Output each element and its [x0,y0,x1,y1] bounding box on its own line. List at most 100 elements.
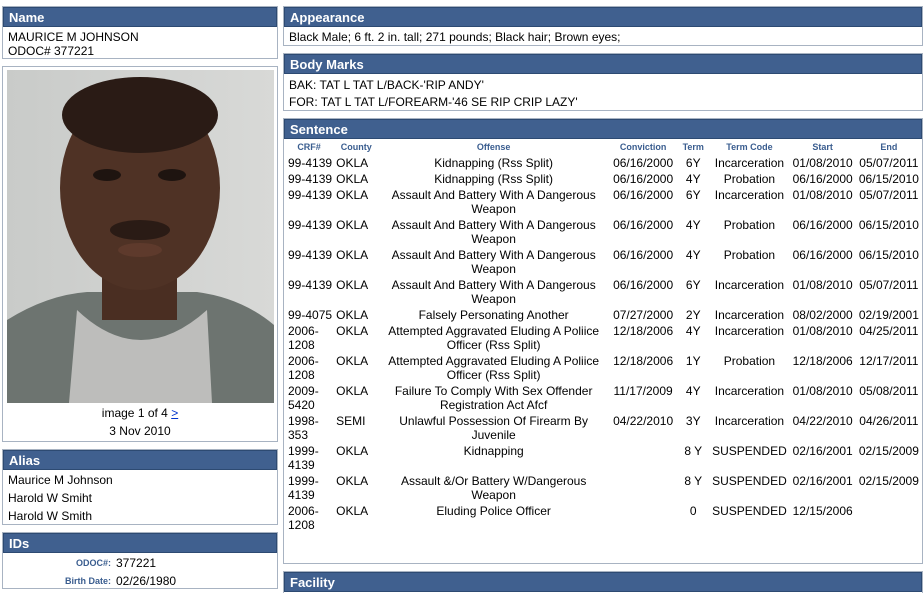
appearance-header: Appearance [284,7,922,27]
crf-cell: 99-4139 [288,278,333,292]
start-cell: 06/16/2000 [792,218,853,232]
facility-header: Facility [284,572,922,592]
crf-cell: 1999-4139 [288,474,319,502]
col-term-code: Term Code [726,142,773,152]
county-cell: OKLA [336,308,369,322]
crf-cell: 1998-353 [288,414,319,442]
sentence-row: 2009-5420 OKLA Failure To Comply With Sex … [284,383,922,413]
offense-cell: Kidnapping [463,444,524,458]
sentence-row: 99-4139 OKLA Kidnapping (Rss Split) 06/16/2… [284,171,922,187]
bodymarks-header: Body Marks [284,54,922,74]
col-term: Term [682,142,704,152]
alias-item: Harold W Smiht [8,491,93,505]
offense-cell: Attempted Aggravated Eluding A Poliice O… [388,354,600,382]
end-cell: 02/19/2001 [858,308,919,322]
appearance-panel: Appearance Black Male; 6 ft. 2 in. tall;… [283,6,923,46]
crf-cell: 2009-5420 [288,384,319,412]
ids-value: 02/26/1980 [116,574,177,588]
ids-label: ODOC#: [75,558,111,568]
sentence-header: Sentence [284,119,922,139]
term-cell: 4Y [685,218,701,232]
bodymark-line: FOR: TAT L TAT L/FOREARM-'46 SE RIP CRIP… [289,95,578,109]
term-code-cell: Probation [723,172,776,186]
start-cell: 02/16/2001 [792,474,853,488]
term-cell: 4Y [685,324,701,338]
end-cell: 05/07/2011 [859,156,919,170]
crf-cell: 99-4139 [288,156,333,170]
crf-cell: 99-4139 [288,248,333,262]
offense-cell: Assault And Battery With A Dangerous Wea… [391,188,596,216]
sentence-row: 99-4139 OKLA Assault And Battery With A Da… [284,187,922,217]
sentence-row: 99-4139 OKLA Assault And Battery With A Da… [284,247,922,277]
sentence-row: 1998-353 SEMI Unlawful Possession Of Firea… [284,413,922,443]
end-cell: 12/17/2011 [859,354,919,368]
term-code-cell: SUSPENDED [712,444,787,458]
end-cell: 05/07/2011 [859,278,919,292]
term-code-cell: Probation [723,218,776,232]
county-cell: OKLA [336,384,369,398]
offense-cell: Falsely Personating Another [418,308,569,322]
county-cell: OKLA [336,248,369,262]
term-cell: 8 Y [684,444,703,458]
full-name: MAURICE M JOHNSON [8,30,139,44]
name-header: Name [3,7,277,27]
conviction-cell: 06/16/2000 [613,156,674,170]
facility-panel: Facility [283,571,923,593]
offense-cell: Kidnapping (Rss Split) [434,172,553,186]
appearance-text: Black Male; 6 ft. 2 in. tall; 271 pounds… [289,30,621,44]
offense-cell: Attempted Aggravated Eluding A Poliice O… [388,324,600,352]
sentence-row: 99-4075 OKLA Falsely Personating Another 07… [284,307,922,323]
end-cell: 06/15/2010 [858,248,919,262]
county-cell: OKLA [336,474,369,488]
conviction-cell: 12/18/2006 [613,324,674,338]
ids-label: Birth Date: [64,576,111,586]
term-cell: 1Y [685,354,701,368]
end-cell [856,503,922,533]
end-cell: 04/25/2011 [859,324,919,338]
offense-cell: Failure To Comply With Sex Offender Regi… [394,384,593,412]
end-cell: 02/15/2009 [858,474,919,488]
photo-panel: image 1 of 4 > 3 Nov 2010 [2,66,278,442]
crf-cell: 2006-1208 [288,354,319,382]
conviction-cell [609,473,677,503]
term-cell: 6Y [685,156,701,170]
start-cell: 12/18/2006 [792,354,853,368]
mugshot-photo [7,70,274,403]
image-caption: image 1 of 4 > [3,406,277,420]
term-cell: 3Y [685,414,701,428]
crf-cell: 99-4139 [288,172,333,186]
term-code-cell: Incarceration [714,278,785,292]
bodymarks-panel: Body Marks BAK: TAT L TAT L/BACK-'RIP AN… [283,53,923,111]
start-cell: 01/08/2010 [792,324,853,338]
sentence-row: 1999-4139 OKLA Assault &/Or Battery W/Dang… [284,473,922,503]
col-offense: Offense [476,142,511,152]
offense-cell: Unlawful Possession Of Firearm By Juveni… [399,414,588,442]
alias-item: Maurice M Johnson [8,473,113,487]
start-cell: 06/16/2000 [792,172,853,186]
county-cell: OKLA [336,188,369,202]
conviction-cell [609,503,677,533]
sentence-row: 2006-1208 OKLA Eluding Police Officer 0 SUSP… [284,503,922,533]
alias-panel: Alias Maurice M Johnson Harold W Smiht H… [2,449,278,525]
start-cell: 12/15/2006 [792,504,853,518]
odoc-number: ODOC# 377221 [8,44,95,58]
sentence-row: 1999-4139 OKLA Kidnapping 8 Y SUSPENDED 02/16… [284,443,922,473]
start-cell: 06/16/2000 [792,248,853,262]
term-cell: 6Y [685,278,701,292]
end-cell: 05/08/2011 [859,384,919,398]
conviction-cell [609,443,677,473]
sentence-row: 99-4139 OKLA Assault And Battery With A Da… [284,277,922,307]
term-cell: 6Y [685,188,701,202]
sentence-row: 2006-1208 OKLA Attempted Aggravated Eludin… [284,353,922,383]
offense-cell: Assault And Battery With A Dangerous Wea… [391,278,596,306]
county-cell: OKLA [336,324,369,338]
conviction-cell: 06/16/2000 [613,278,674,292]
conviction-cell: 04/22/2010 [613,414,674,428]
next-image-link[interactable]: > [171,406,178,420]
crf-cell: 1999-4139 [288,444,319,472]
start-cell: 01/08/2010 [792,278,853,292]
term-code-cell: Incarceration [714,414,785,428]
term-code-cell: Incarceration [714,156,785,170]
offense-cell: Eluding Police Officer [436,504,551,518]
ids-row: ODOC#: 377221 [3,554,277,572]
